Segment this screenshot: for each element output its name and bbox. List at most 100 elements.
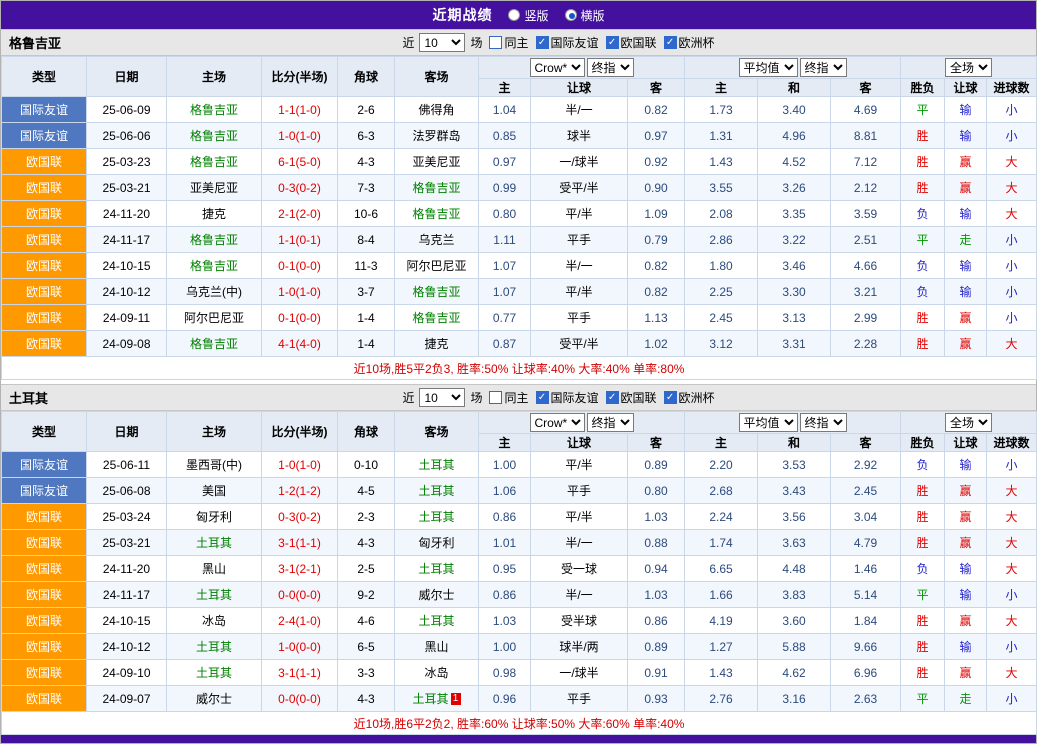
avg-home: 2.20 bbox=[685, 452, 758, 478]
match-score[interactable]: 3-1(1-1) bbox=[262, 530, 338, 556]
avg-select[interactable]: 平均值 bbox=[739, 413, 798, 432]
match-type-badge: 欧国联 bbox=[2, 227, 87, 253]
filter-checkbox-0[interactable]: 同主 bbox=[489, 34, 528, 51]
header-corner: 角球 bbox=[338, 57, 395, 97]
match-score[interactable]: 1-0(1-0) bbox=[262, 123, 338, 149]
odds-away: 0.82 bbox=[628, 253, 685, 279]
filter-checkbox-3[interactable]: ✓欧洲杯 bbox=[664, 34, 715, 51]
match-score[interactable]: 3-1(1-1) bbox=[262, 660, 338, 686]
odds-company-select[interactable]: Crow* bbox=[530, 58, 585, 77]
match-row: 欧国联25-03-23格鲁吉亚6-1(5-0)4-3亚美尼亚0.97一/球半0.… bbox=[2, 149, 1037, 175]
filter-checkbox-1[interactable]: ✓国际友谊 bbox=[536, 389, 599, 406]
avg-home: 4.19 bbox=[685, 608, 758, 634]
odds-company-select[interactable]: Crow* bbox=[530, 413, 585, 432]
match-score[interactable]: 1-0(0-0) bbox=[262, 634, 338, 660]
avg-select[interactable]: 平均值 bbox=[739, 58, 798, 77]
avg-away: 5.14 bbox=[831, 582, 901, 608]
corner-score: 1-4 bbox=[338, 305, 395, 331]
match-score[interactable]: 3-1(2-1) bbox=[262, 556, 338, 582]
match-score[interactable]: 1-1(1-0) bbox=[262, 97, 338, 123]
rounds-select[interactable]: 10 bbox=[419, 33, 465, 52]
odds-home: 0.87 bbox=[479, 331, 531, 357]
match-score[interactable]: 1-0(1-0) bbox=[262, 279, 338, 305]
filter-checkbox-2[interactable]: ✓欧国联 bbox=[606, 34, 657, 51]
avg-home: 2.86 bbox=[685, 227, 758, 253]
match-score[interactable]: 2-4(1-0) bbox=[262, 608, 338, 634]
odds-home: 1.03 bbox=[479, 608, 531, 634]
result-handicap: 输 bbox=[945, 201, 987, 227]
result-handicap: 赢 bbox=[945, 608, 987, 634]
layout-radio-horizontal[interactable]: 横版 bbox=[565, 7, 605, 24]
match-score[interactable]: 0-1(0-0) bbox=[262, 253, 338, 279]
avg-draw: 3.60 bbox=[758, 608, 831, 634]
odds-time-select[interactable]: 终指 bbox=[587, 413, 634, 432]
avg-draw: 4.96 bbox=[758, 123, 831, 149]
rounds-select[interactable]: 10 bbox=[419, 388, 465, 407]
match-score[interactable]: 0-3(0-2) bbox=[262, 175, 338, 201]
match-date: 24-09-07 bbox=[87, 686, 167, 712]
match-score[interactable]: 0-0(0-0) bbox=[262, 686, 338, 712]
avg-draw: 3.26 bbox=[758, 175, 831, 201]
filter-checkbox-2[interactable]: ✓欧国联 bbox=[606, 389, 657, 406]
odds-handicap: 平/半 bbox=[531, 452, 628, 478]
filter-rounds-suffix: 场 bbox=[470, 389, 482, 406]
match-score[interactable]: 0-3(0-2) bbox=[262, 504, 338, 530]
match-score[interactable]: 6-1(5-0) bbox=[262, 149, 338, 175]
match-score[interactable]: 1-2(1-2) bbox=[262, 478, 338, 504]
corner-score: 9-2 bbox=[338, 582, 395, 608]
avg-draw: 3.56 bbox=[758, 504, 831, 530]
home-team: 土耳其 bbox=[167, 582, 262, 608]
subheader-result_sub-2: 进球数 bbox=[987, 79, 1037, 97]
odds-home: 0.77 bbox=[479, 305, 531, 331]
checkbox-icon: ✓ bbox=[606, 391, 619, 404]
odds-handicap: 球半/两 bbox=[531, 634, 628, 660]
match-score[interactable]: 0-0(0-0) bbox=[262, 582, 338, 608]
result-goals: 大 bbox=[987, 478, 1037, 504]
odds-time-select[interactable]: 终指 bbox=[587, 58, 634, 77]
result-goals: 大 bbox=[987, 201, 1037, 227]
match-type-badge: 欧国联 bbox=[2, 504, 87, 530]
odds-handicap: 受平/半 bbox=[531, 175, 628, 201]
odds-handicap: 受半球 bbox=[531, 608, 628, 634]
away-team: 土耳其 bbox=[412, 692, 448, 706]
corner-score: 1-4 bbox=[338, 331, 395, 357]
fulltime-select[interactable]: 全场 bbox=[945, 58, 992, 77]
home-team: 土耳其 bbox=[167, 634, 262, 660]
avg-time-select[interactable]: 终指 bbox=[800, 413, 847, 432]
result-outcome: 胜 bbox=[901, 305, 945, 331]
avg-draw: 5.88 bbox=[758, 634, 831, 660]
header-type: 类型 bbox=[2, 57, 87, 97]
result-outcome: 胜 bbox=[901, 530, 945, 556]
red-card-count: 1 bbox=[451, 693, 461, 705]
away-team-cell: 亚美尼亚 bbox=[395, 149, 479, 175]
subheader-avg_sub-0: 主 bbox=[685, 79, 758, 97]
odds-home: 0.97 bbox=[479, 149, 531, 175]
result-outcome: 胜 bbox=[901, 123, 945, 149]
corner-score: 3-7 bbox=[338, 279, 395, 305]
away-team: 土耳其 bbox=[418, 484, 454, 498]
filter-checkbox-3[interactable]: ✓欧洲杯 bbox=[664, 389, 715, 406]
avg-home: 2.68 bbox=[685, 478, 758, 504]
home-team: 黑山 bbox=[167, 556, 262, 582]
match-score[interactable]: 0-1(0-0) bbox=[262, 305, 338, 331]
avg-time-select[interactable]: 终指 bbox=[800, 58, 847, 77]
filter-checkbox-0[interactable]: 同主 bbox=[489, 389, 528, 406]
match-score[interactable]: 2-1(2-0) bbox=[262, 201, 338, 227]
away-team-cell: 格鲁吉亚 bbox=[395, 279, 479, 305]
filter-checkbox-label: 同主 bbox=[504, 34, 528, 51]
odds-source-header: Crow*终指 bbox=[479, 412, 685, 434]
filter-checkbox-1[interactable]: ✓国际友谊 bbox=[536, 34, 599, 51]
match-score[interactable]: 1-1(0-1) bbox=[262, 227, 338, 253]
odds-home: 0.99 bbox=[479, 175, 531, 201]
avg-draw: 3.46 bbox=[758, 253, 831, 279]
corner-score: 6-5 bbox=[338, 634, 395, 660]
fulltime-select[interactable]: 全场 bbox=[945, 413, 992, 432]
match-score[interactable]: 1-0(1-0) bbox=[262, 452, 338, 478]
subheader-result_sub-0: 胜负 bbox=[901, 434, 945, 452]
result-goals: 小 bbox=[987, 634, 1037, 660]
home-team: 美国 bbox=[167, 478, 262, 504]
header-score: 比分(半场) bbox=[262, 57, 338, 97]
layout-radio-vertical[interactable]: 竖版 bbox=[508, 7, 548, 24]
match-score[interactable]: 4-1(4-0) bbox=[262, 331, 338, 357]
result-handicap: 输 bbox=[945, 556, 987, 582]
